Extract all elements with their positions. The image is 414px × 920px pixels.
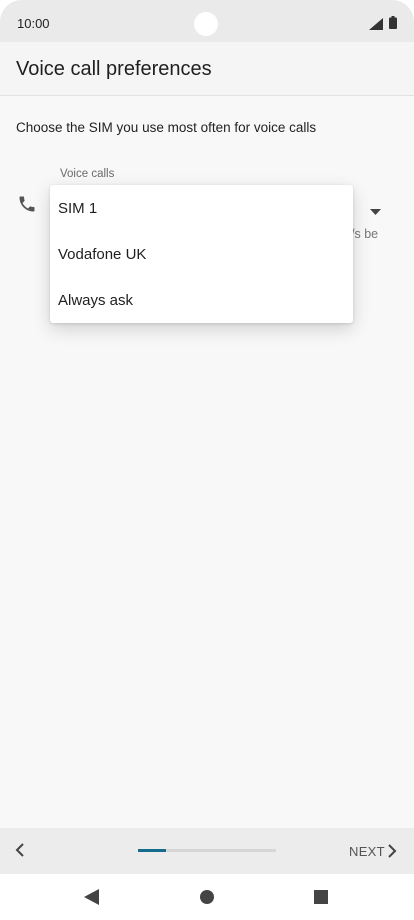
description-text: Choose the SIM you use most often for vo… (16, 120, 317, 135)
app-bar: Voice call preferences (0, 42, 414, 96)
phone-icon (17, 194, 37, 219)
page-title: Voice call preferences (16, 58, 212, 80)
chevron-left-icon[interactable] (14, 842, 26, 863)
nav-back-icon[interactable] (84, 889, 99, 910)
status-time: 10:00 (17, 16, 50, 31)
wizard-progress (138, 849, 276, 852)
partially-hidden-text: /s be (351, 227, 379, 241)
phone-screen: 10:00 Voice call preferences Choose the … (0, 0, 414, 920)
progress-fill (138, 849, 166, 852)
dropdown-arrow-icon[interactable] (370, 202, 381, 220)
status-bar: 10:00 (0, 0, 414, 42)
battery-icon (389, 16, 397, 34)
menu-item-always-ask[interactable]: Always ask (50, 278, 353, 324)
navigation-bar (0, 874, 414, 920)
signal-icon (369, 17, 383, 35)
nav-recents-icon[interactable] (314, 890, 328, 909)
voice-calls-label: Voice calls (60, 168, 115, 180)
camera-cutout (194, 12, 218, 36)
wizard-bar: NEXT (0, 828, 414, 874)
nav-home-icon[interactable] (200, 890, 214, 909)
chevron-right-icon[interactable] (386, 843, 398, 864)
menu-item-sim-1[interactable]: SIM 1 (50, 186, 353, 232)
sim-dropdown-menu: SIM 1 Vodafone UK Always ask (50, 185, 353, 323)
menu-item-vodafone-uk[interactable]: Vodafone UK (50, 232, 353, 278)
next-button[interactable]: NEXT (349, 844, 385, 859)
